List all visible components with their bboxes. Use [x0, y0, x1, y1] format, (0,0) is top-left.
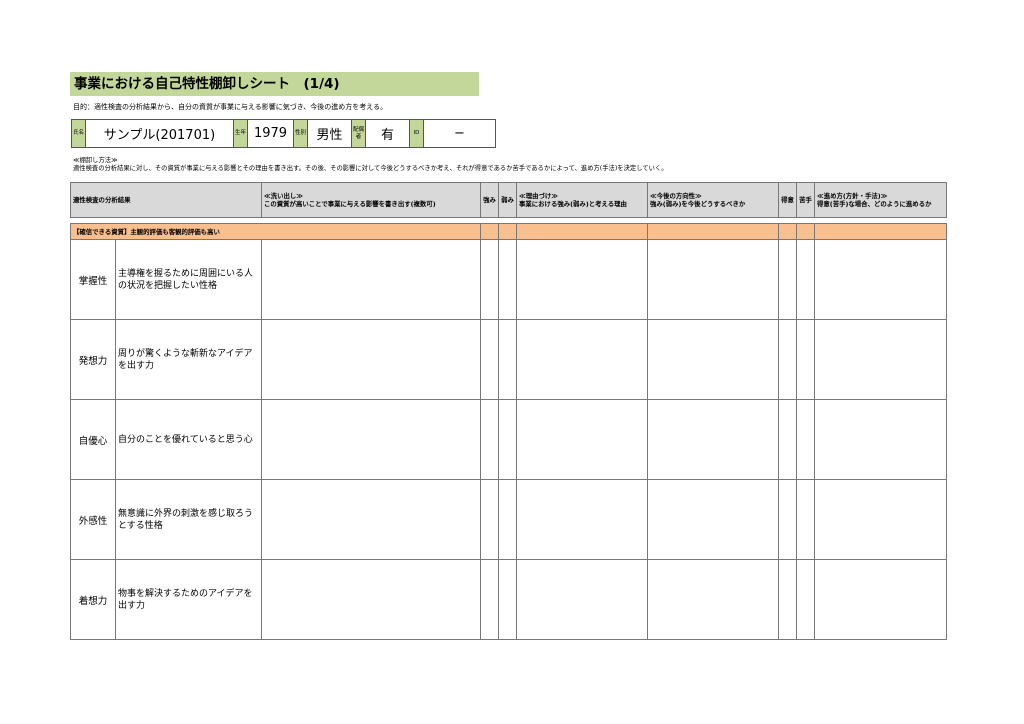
- trait-description: 自分のことを優れていると思う心: [115, 399, 262, 480]
- header-writeout: ≪洗い出し≫ この資質が高いことで事業に与える影響を書き出す(複数可): [261, 182, 481, 218]
- strength-cell[interactable]: [480, 559, 499, 640]
- weakness-cell[interactable]: [498, 319, 517, 400]
- poor-cell[interactable]: [796, 559, 815, 640]
- table-row: 掌握性 主導権を握るために周囲にいる人の状況を把握したい性格: [70, 239, 947, 320]
- good-cell[interactable]: [778, 239, 797, 320]
- writeout-cell[interactable]: [261, 399, 481, 480]
- approach-cell[interactable]: [814, 479, 947, 560]
- direction-cell[interactable]: [647, 559, 779, 640]
- trait-name: 掌握性: [70, 239, 116, 320]
- direction-cell[interactable]: [647, 479, 779, 560]
- direction-cell[interactable]: [647, 399, 779, 480]
- header-direction: ≪今後の方向性≫ 強み(弱み)を今後どうするべきか: [647, 182, 779, 218]
- category-cell: [498, 223, 517, 240]
- category-cell: [516, 223, 648, 240]
- good-cell[interactable]: [778, 399, 797, 480]
- header-approach: ≪進め方(方針・手法)≫ 得意(苦手)な場合、どのように進めるか: [814, 182, 947, 218]
- poor-cell[interactable]: [796, 399, 815, 480]
- header-reason: ≪理由づけ≫ 事業における強み(弱み)と考える理由: [516, 182, 648, 218]
- category-row: 【確信できる資質】主観的評価も客観的評価も高い: [70, 223, 947, 240]
- table-row: 発想力 周りが驚くような斬新なアイデアを出す力: [70, 319, 947, 400]
- header-good: 得意: [778, 182, 797, 218]
- header-weakness: 弱み: [498, 182, 517, 218]
- good-cell[interactable]: [778, 559, 797, 640]
- table-row: 外感性 無意識に外界の刺激を感じ取ろうとする性格: [70, 479, 947, 560]
- weakness-cell[interactable]: [498, 559, 517, 640]
- gender-label: 性別: [293, 119, 308, 148]
- header-strength: 強み: [480, 182, 499, 218]
- writeout-cell[interactable]: [261, 319, 481, 400]
- trait-name: 着想力: [70, 559, 116, 640]
- approach-cell[interactable]: [814, 319, 947, 400]
- reason-cell[interactable]: [516, 479, 648, 560]
- poor-cell[interactable]: [796, 239, 815, 320]
- gender-value[interactable]: 男性: [307, 119, 352, 148]
- writeout-cell[interactable]: [261, 239, 481, 320]
- category-cell: [814, 223, 947, 240]
- name-label: 氏名: [71, 119, 86, 148]
- poor-cell[interactable]: [796, 319, 815, 400]
- approach-cell[interactable]: [814, 399, 947, 480]
- writeout-cell[interactable]: [261, 559, 481, 640]
- direction-cell[interactable]: [647, 319, 779, 400]
- name-value[interactable]: サンプル(201701): [85, 119, 234, 148]
- trait-name: 発想力: [70, 319, 116, 400]
- category-cell: [647, 223, 779, 240]
- strength-cell[interactable]: [480, 399, 499, 480]
- header-row: 適性検査の分析結果 ≪洗い出し≫ この資質が高いことで事業に与える影響を書き出す…: [70, 182, 947, 218]
- reason-cell[interactable]: [516, 399, 648, 480]
- approach-cell[interactable]: [814, 239, 947, 320]
- reason-cell[interactable]: [516, 239, 648, 320]
- good-cell[interactable]: [778, 319, 797, 400]
- approach-cell[interactable]: [814, 559, 947, 640]
- category-cell: [480, 223, 499, 240]
- birth-year-label: 生年: [233, 119, 248, 148]
- purpose-text: 目的：適性検査の分析結果から、自分の資質が事業に与える影響に気づき、今後の進め方…: [73, 103, 388, 111]
- trait-description: 物事を解決するためのアイデアを出す力: [115, 559, 262, 640]
- birth-year-value[interactable]: 1979: [247, 119, 294, 148]
- trait-description: 主導権を握るために周囲にいる人の状況を把握したい性格: [115, 239, 262, 320]
- method-heading: ≪棚卸し方法≫: [73, 157, 118, 164]
- category-cell: [778, 223, 797, 240]
- trait-name: 外感性: [70, 479, 116, 560]
- strength-cell[interactable]: [480, 319, 499, 400]
- category-cell: [796, 223, 815, 240]
- poor-cell[interactable]: [796, 479, 815, 560]
- direction-cell[interactable]: [647, 239, 779, 320]
- header-analysis: 適性検査の分析結果: [70, 182, 262, 218]
- spouse-value[interactable]: 有: [365, 119, 410, 148]
- profile-info-table: 氏名 サンプル(201701) 生年 1979 性別 男性 配偶者 有 ID −: [71, 119, 496, 148]
- weakness-cell[interactable]: [498, 399, 517, 480]
- strength-cell[interactable]: [480, 479, 499, 560]
- table-row: 自優心 自分のことを優れていると思う心: [70, 399, 947, 480]
- category-label: 【確信できる資質】主観的評価も客観的評価も高い: [70, 223, 481, 240]
- table-row: 着想力 物事を解決するためのアイデアを出す力: [70, 559, 947, 640]
- method-section: ≪棚卸し方法≫ 適性検査の分析結果に対し、その資質が事業に与える影響とその理由を…: [73, 157, 668, 173]
- trait-description: 無意識に外界の刺激を感じ取ろうとする性格: [115, 479, 262, 560]
- trait-description: 周りが驚くような斬新なアイデアを出す力: [115, 319, 262, 400]
- trait-name: 自優心: [70, 399, 116, 480]
- header-poor: 苦手: [796, 182, 815, 218]
- reason-cell[interactable]: [516, 319, 648, 400]
- id-value[interactable]: −: [423, 119, 496, 148]
- id-label: ID: [409, 119, 424, 148]
- method-text: 適性検査の分析結果に対し、その資質が事業に与える影響とその理由を書き出す。その後…: [73, 165, 668, 172]
- good-cell[interactable]: [778, 479, 797, 560]
- writeout-cell[interactable]: [261, 479, 481, 560]
- inventory-table: 適性検査の分析結果 ≪洗い出し≫ この資質が高いことで事業に与える影響を書き出す…: [70, 182, 947, 640]
- spouse-label: 配偶者: [351, 119, 366, 148]
- reason-cell[interactable]: [516, 559, 648, 640]
- weakness-cell[interactable]: [498, 479, 517, 560]
- weakness-cell[interactable]: [498, 239, 517, 320]
- sheet-title: 事業における自己特性棚卸しシート (1/4): [70, 72, 479, 96]
- strength-cell[interactable]: [480, 239, 499, 320]
